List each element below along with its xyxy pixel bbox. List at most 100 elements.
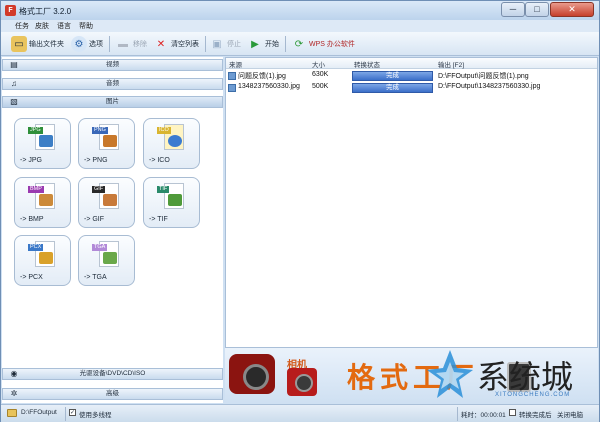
multithread-checkbox[interactable]: ✓: [69, 409, 76, 416]
folder-icon: ▭: [11, 36, 27, 52]
clear-list-button[interactable]: ✕ 清空列表: [153, 34, 199, 54]
wps-office-button[interactable]: ⟳ WPS 办公软件: [291, 34, 355, 54]
format-label: -> TIF: [149, 216, 168, 223]
format-badge: ICO: [157, 127, 171, 134]
format-label: -> PCX: [20, 274, 43, 281]
category-video[interactable]: ▤ 视频: [2, 59, 223, 71]
image-file-icon: [228, 72, 236, 80]
shutdown-option[interactable]: 关闭电脑: [557, 409, 583, 419]
close-button[interactable]: ✕: [550, 2, 594, 17]
toolbar-separator: [205, 36, 206, 52]
menu-help[interactable]: 帮助: [79, 21, 93, 31]
info-icon: [168, 135, 182, 147]
watermark-logo-icon: [427, 350, 473, 398]
minimize-button[interactable]: ─: [501, 2, 525, 17]
category-panel: ▤ 视频 ♫ 音频 ▧ 图片 JPG -> JPG PNG -> PNG ICO…: [2, 57, 223, 403]
clear-list-label: 清空列表: [171, 41, 199, 48]
options-label: 选项: [89, 41, 103, 48]
task-list-header: 来源 大小 转换状态 输出 [F2]: [226, 58, 597, 69]
format-label: -> TGA: [84, 274, 107, 281]
column-size[interactable]: 大小: [312, 59, 325, 69]
column-source[interactable]: 来源: [229, 59, 242, 69]
convert-to-gif-button[interactable]: GIF -> GIF: [78, 177, 135, 228]
title-bar: F 格式工厂 3.2.0 ─ □ ✕: [1, 1, 599, 20]
stop-label: 停止: [227, 41, 241, 48]
category-picture[interactable]: ▧ 图片: [2, 96, 223, 108]
output-folder-button[interactable]: ▭ 输出文件夹: [11, 34, 64, 54]
format-label: -> BMP: [20, 216, 44, 223]
convert-to-tif-button[interactable]: TIF -> TIF: [143, 177, 200, 228]
convert-to-jpg-button[interactable]: JPG -> JPG: [14, 118, 71, 169]
start-label: 开始: [265, 41, 279, 48]
image-preview-icon: [103, 135, 117, 147]
menu-skin[interactable]: 皮肤: [35, 21, 49, 31]
convert-to-ico-button[interactable]: ICO -> ICO: [143, 118, 200, 169]
convert-to-pcx-button[interactable]: PCX -> PCX: [14, 235, 71, 286]
clear-x-icon: ✕: [156, 38, 166, 50]
elapsed-time: 耗时：00:00:01: [461, 412, 506, 419]
window-title: 格式工厂 3.2.0: [19, 7, 72, 16]
category-picture-label: 图片: [106, 98, 119, 105]
menu-language[interactable]: 语言: [57, 21, 71, 31]
picture-icon: ▧: [10, 97, 18, 106]
output-path: D:\FFOutput: [21, 409, 57, 416]
table-row[interactable]: 问题反馈(1).jpg 630K 完成 D:\FFOutput\问题反馈(1).…: [226, 70, 597, 82]
table-row[interactable]: 1348237560330.jpg 500K 完成 D:\FFOutput\13…: [226, 82, 597, 94]
app-logo-icon: F: [5, 5, 16, 16]
image-preview-icon: [39, 194, 53, 206]
output-folder-label: 输出文件夹: [29, 41, 64, 48]
format-badge: GIF: [92, 186, 106, 193]
image-preview-icon: [103, 194, 117, 206]
watermark-url: XITONGCHENG.COM: [495, 392, 571, 398]
format-badge: PCX: [28, 244, 44, 251]
video-film-icon: ▤: [10, 60, 18, 69]
row-output: D:\FFOutput\1348237560330.jpg: [438, 83, 541, 90]
convert-to-png-button[interactable]: PNG -> PNG: [78, 118, 135, 169]
image-preview-icon: [103, 252, 117, 264]
format-label: -> GIF: [84, 216, 105, 223]
remove-icon: ▬: [118, 38, 128, 50]
remove-label: 移除: [133, 41, 147, 48]
format-grid: JPG -> JPG PNG -> PNG ICO -> ICO BMP ->: [2, 110, 223, 366]
remove-button[interactable]: ▬ 移除: [115, 34, 147, 54]
column-status[interactable]: 转换状态: [354, 59, 380, 69]
toolbar-separator: [285, 36, 286, 52]
task-list: 来源 大小 转换状态 输出 [F2] 问题反馈(1).jpg 630K 完成 D…: [225, 57, 598, 348]
maximize-button[interactable]: □: [525, 2, 549, 17]
format-badge: TGA: [92, 244, 108, 251]
toolbar-separator: [109, 36, 110, 52]
category-audio[interactable]: ♫ 音频: [2, 78, 223, 90]
start-button[interactable]: ▶ 开始: [247, 34, 279, 54]
image-preview-icon: [39, 135, 53, 147]
format-badge: TIF: [157, 186, 170, 193]
row-status-bar: 完成: [352, 83, 433, 93]
format-badge: BMP: [28, 186, 44, 193]
category-advanced[interactable]: ✲ 高级: [2, 388, 223, 400]
convert-to-bmp-button[interactable]: BMP -> BMP: [14, 177, 71, 228]
menu-task[interactable]: 任务: [15, 21, 29, 31]
image-preview-icon: [168, 194, 182, 206]
stop-icon: ▣: [212, 38, 222, 50]
advanced-gear-icon: ✲: [10, 389, 18, 398]
folder-icon[interactable]: [7, 409, 17, 417]
convert-to-tga-button[interactable]: TGA -> TGA: [78, 235, 135, 286]
options-gear-icon: ⚙: [71, 36, 87, 52]
after-convert-checkbox[interactable]: [509, 409, 516, 416]
options-button[interactable]: ⚙ 选项: [71, 34, 103, 54]
format-label: -> ICO: [149, 157, 170, 164]
menu-bar: 任务 皮肤 语言 帮助: [1, 20, 599, 32]
row-size: 500K: [312, 83, 329, 90]
category-dvd[interactable]: ◉ 光驱设备\DVD\CD\ISO: [2, 368, 223, 380]
image-preview-icon: [39, 252, 53, 264]
format-badge: JPG: [28, 127, 43, 134]
status-divider: [457, 407, 458, 421]
format-label: -> JPG: [20, 157, 42, 164]
category-audio-label: 音频: [106, 80, 119, 87]
row-source: 问题反馈(1).jpg: [238, 73, 286, 80]
status-divider: [65, 407, 66, 421]
row-size: 630K: [312, 71, 329, 78]
promo-banner: 相机 格式工厂 系统城 XITONGCHENG.COM: [225, 348, 598, 403]
format-label: -> PNG: [84, 157, 108, 164]
column-output[interactable]: 输出 [F2]: [438, 59, 464, 69]
stop-button[interactable]: ▣ 停止: [209, 34, 241, 54]
